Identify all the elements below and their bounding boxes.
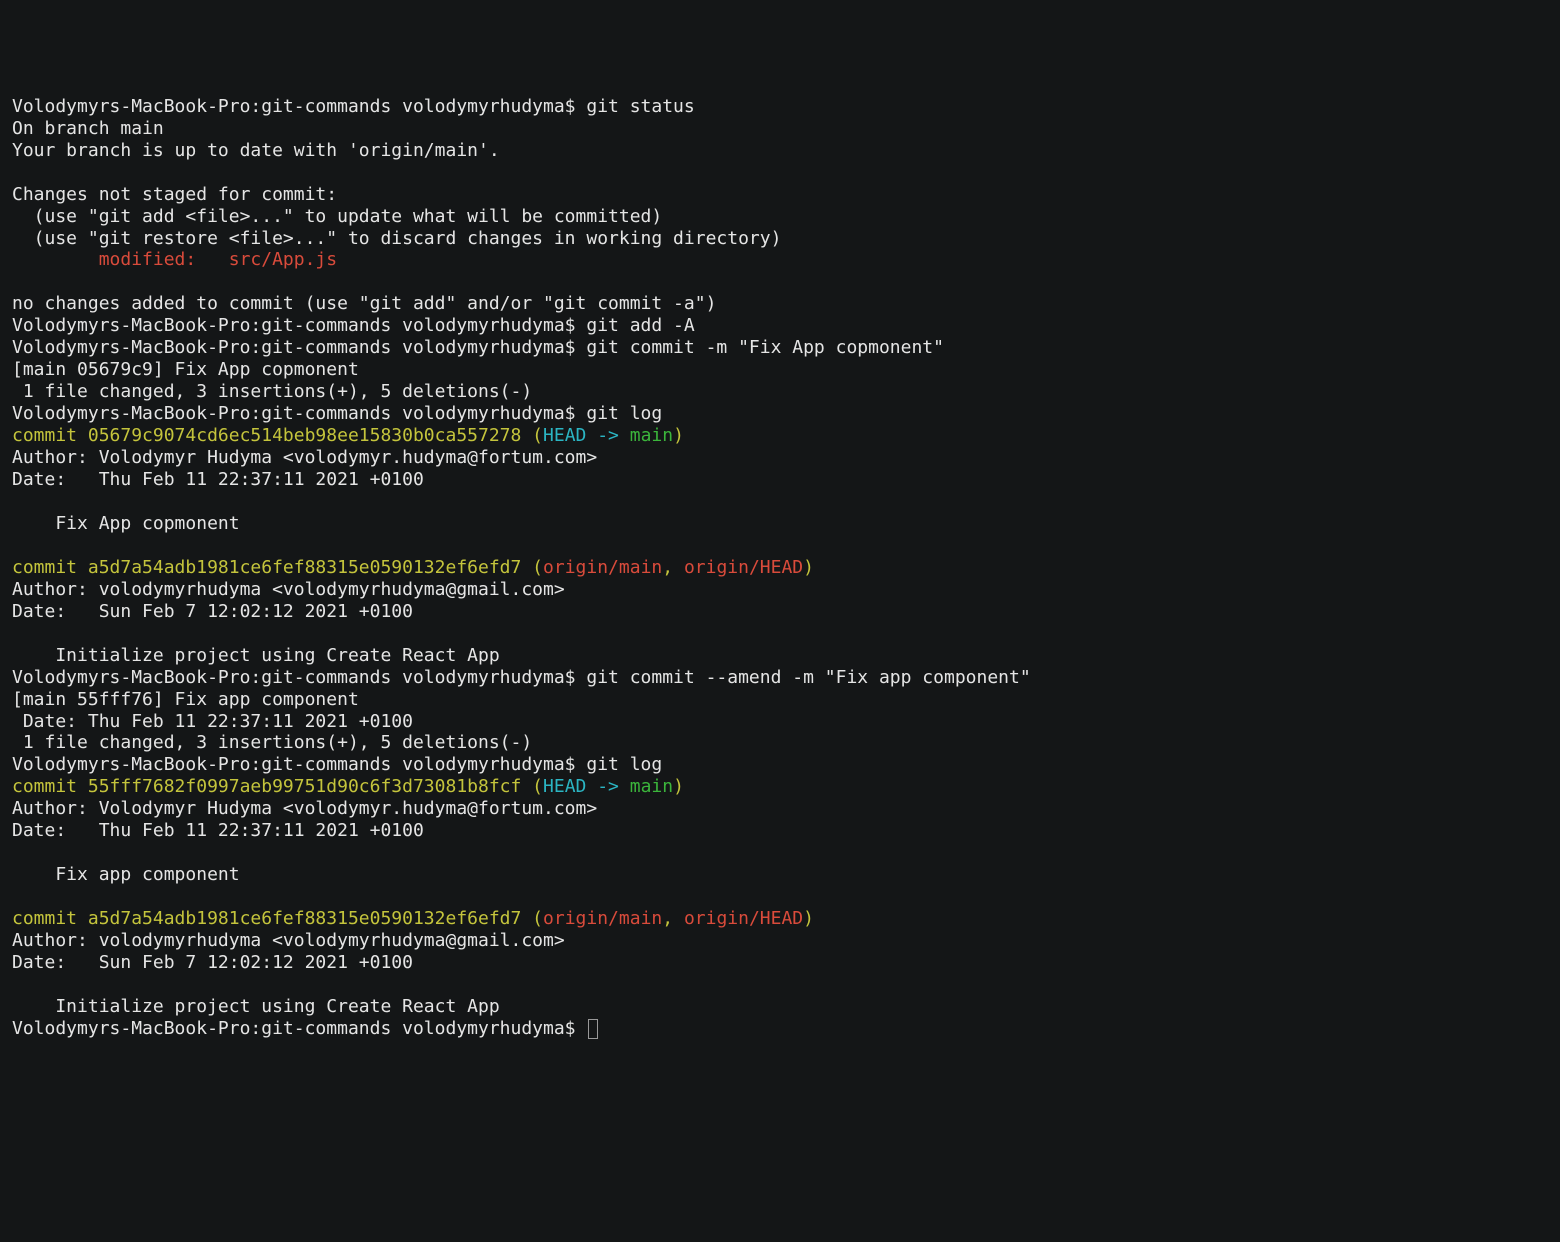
log-author: Author: volodymyrhudyma <volodymyrhudyma… [12, 930, 565, 951]
log-date: Date: Thu Feb 11 22:37:11 2021 +0100 [12, 820, 424, 841]
log-sep: , [662, 908, 684, 929]
cursor-icon [588, 1019, 598, 1039]
log-message: Fix App copmonent [12, 513, 240, 534]
log-date: Date: Thu Feb 11 22:37:11 2021 +0100 [12, 469, 424, 490]
prompt: Volodymyrs-MacBook-Pro:git-commands volo… [12, 315, 586, 336]
log-author: Author: volodymyrhudyma <volodymyrhudyma… [12, 579, 565, 600]
commit-stats: 1 file changed, 3 insertions(+), 5 delet… [12, 381, 532, 402]
terminal-output[interactable]: Volodymyrs-MacBook-Pro:git-commands volo… [12, 96, 1548, 1040]
amend-stats: 1 file changed, 3 insertions(+), 5 delet… [12, 732, 532, 753]
command-git-status: git status [586, 96, 694, 117]
status-no-added: no changes added to commit (use "git add… [12, 293, 716, 314]
log-message: Initialize project using Create React Ap… [12, 645, 500, 666]
log-paren: ( [521, 557, 543, 578]
log-commit-hash: commit a5d7a54adb1981ce6fef88315e0590132… [12, 557, 521, 578]
command-git-log: git log [586, 403, 662, 424]
log-commit-hash: commit 05679c9074cd6ec514beb98ee15830b0c… [12, 425, 521, 446]
prompt: Volodymyrs-MacBook-Pro:git-commands volo… [12, 403, 586, 424]
log-remote-ref: origin/HEAD [684, 557, 803, 578]
commit-summary: [main 05679c9] Fix App copmonent [12, 359, 359, 380]
status-modified-file: modified: src/App.js [12, 249, 337, 270]
prompt: Volodymyrs-MacBook-Pro:git-commands volo… [12, 667, 586, 688]
log-commit-hash: commit 55fff7682f0997aeb99751d90c6f3d730… [12, 776, 521, 797]
status-hint-restore: (use "git restore <file>..." to discard … [12, 228, 781, 249]
prompt: Volodymyrs-MacBook-Pro:git-commands volo… [12, 754, 586, 775]
log-author: Author: Volodymyr Hudyma <volodymyr.hudy… [12, 447, 597, 468]
command-git-commit: git commit -m "Fix App copmonent" [586, 337, 944, 358]
log-paren: ( [521, 776, 543, 797]
log-message: Initialize project using Create React Ap… [12, 996, 500, 1017]
log-paren: ) [673, 425, 684, 446]
log-remote-ref: origin/main [543, 908, 662, 929]
log-paren: ) [803, 557, 814, 578]
status-notstaged: Changes not staged for commit: [12, 184, 337, 205]
log-sep: , [662, 557, 684, 578]
log-paren: ) [803, 908, 814, 929]
log-author: Author: Volodymyr Hudyma <volodymyr.hudy… [12, 798, 597, 819]
command-git-log: git log [586, 754, 662, 775]
status-uptodate: Your branch is up to date with 'origin/m… [12, 140, 500, 161]
command-git-add: git add -A [586, 315, 694, 336]
log-paren: ) [673, 776, 684, 797]
log-branch-ref: main [630, 425, 673, 446]
prompt: Volodymyrs-MacBook-Pro:git-commands volo… [12, 1018, 586, 1039]
log-date: Date: Sun Feb 7 12:02:12 2021 +0100 [12, 601, 413, 622]
log-remote-ref: origin/HEAD [684, 908, 803, 929]
log-paren: ( [521, 908, 543, 929]
log-remote-ref: origin/main [543, 557, 662, 578]
log-branch-ref: main [630, 776, 673, 797]
prompt: Volodymyrs-MacBook-Pro:git-commands volo… [12, 96, 586, 117]
log-message: Fix app component [12, 864, 240, 885]
status-hint-add: (use "git add <file>..." to update what … [12, 206, 662, 227]
prompt: Volodymyrs-MacBook-Pro:git-commands volo… [12, 337, 586, 358]
log-head-ref: HEAD -> [543, 776, 630, 797]
log-commit-hash: commit a5d7a54adb1981ce6fef88315e0590132… [12, 908, 521, 929]
amend-summary: [main 55fff76] Fix app component [12, 689, 359, 710]
log-head-ref: HEAD -> [543, 425, 630, 446]
status-branch: On branch main [12, 118, 164, 139]
amend-date: Date: Thu Feb 11 22:37:11 2021 +0100 [12, 711, 413, 732]
log-date: Date: Sun Feb 7 12:02:12 2021 +0100 [12, 952, 413, 973]
command-git-commit-amend: git commit --amend -m "Fix app component… [586, 667, 1030, 688]
log-paren: ( [521, 425, 543, 446]
